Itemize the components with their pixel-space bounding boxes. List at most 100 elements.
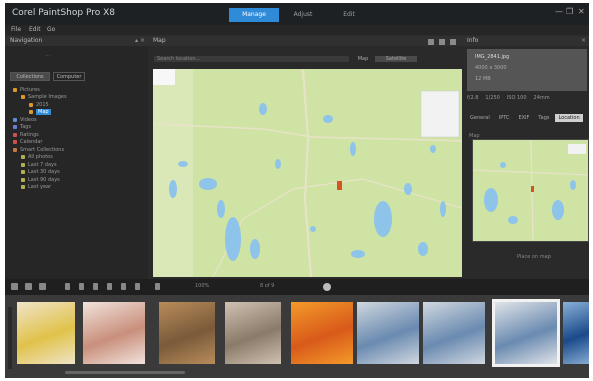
info-panel-title: Info — [467, 37, 479, 44]
thumbnail-portrait[interactable] — [17, 302, 75, 364]
tree-item-label: All photos — [28, 154, 53, 160]
minimize-icon[interactable]: — — [555, 7, 563, 16]
navigation-panel-header: Navigation ▴ × — [5, 36, 148, 46]
pin-icon[interactable]: ▴ — [135, 37, 138, 44]
filmstrip-scrollbar[interactable] — [65, 371, 185, 374]
folder-icon — [21, 170, 25, 174]
file-name: IMG_2841.jpg — [475, 54, 510, 60]
delete-icon[interactable] — [65, 283, 70, 290]
tab-computer[interactable]: Computer — [53, 72, 85, 81]
tree-item[interactable]: Last year — [13, 184, 143, 191]
rotate-right-icon[interactable] — [93, 283, 98, 290]
tree-item-label: Smart Collections — [20, 146, 65, 153]
app-title: Corel PaintShop Pro X8 — [12, 8, 115, 18]
location-search-input[interactable]: Search location... — [154, 56, 349, 62]
tree-item[interactable]: Pictures — [13, 86, 143, 93]
thumbnail-city-3[interactable] — [492, 299, 560, 367]
place-on-map-link[interactable]: Place on map — [517, 254, 551, 260]
photo-count: 8 of 9 — [260, 283, 275, 289]
tree-item-label: Calendar — [20, 139, 43, 145]
tree-item[interactable]: All photos — [13, 154, 143, 161]
file-size: 12 MB — [475, 76, 491, 82]
collapse-icon[interactable] — [11, 283, 18, 290]
satellite-view-button[interactable]: Satellite — [375, 56, 417, 62]
rotate-left-icon[interactable] — [79, 283, 84, 290]
folder-icon — [29, 102, 33, 107]
tab-collections[interactable]: Collections — [10, 72, 50, 81]
folder-icon — [21, 162, 25, 167]
map-view-button[interactable]: Map — [353, 56, 373, 62]
file-dimensions: 4000 x 3000 — [475, 65, 507, 71]
folder-icon — [13, 125, 17, 129]
locate-icon[interactable] — [450, 39, 456, 45]
tree-item[interactable]: Ratings — [13, 131, 143, 138]
panel-close-icon[interactable]: × — [140, 37, 145, 44]
tree-item[interactable]: 2015 — [13, 101, 143, 108]
exif-shutter: 1/250 — [485, 95, 500, 101]
tree-item-label: Map — [36, 109, 51, 115]
tab-exif[interactable]: EXIF — [515, 114, 532, 122]
batch-icon[interactable] — [155, 283, 160, 290]
tree-item[interactable]: Last 90 days — [13, 176, 143, 183]
filmstrip — [5, 295, 589, 378]
navigation-path: … — [45, 52, 50, 58]
tree-item-label: Videos — [20, 116, 37, 123]
menu-edit[interactable]: Edit — [29, 26, 41, 33]
tree-item-label: Last year — [28, 184, 52, 190]
tree-item[interactable]: Smart Collections — [13, 146, 143, 153]
info-icon[interactable] — [323, 283, 331, 291]
menu-go[interactable]: Go — [47, 26, 55, 33]
tab-iptc[interactable]: IPTC — [496, 114, 513, 122]
filmstrip-toolbar: 100% 8 of 9 — [5, 279, 589, 295]
thumbnail-city-1[interactable] — [357, 302, 419, 364]
folder-icon — [13, 87, 17, 92]
navigation-panel: Navigation ▴ × … Collections Computer Pi… — [5, 36, 148, 279]
tree-item[interactable]: Last 7 days — [13, 161, 143, 168]
thumbnail-food[interactable] — [83, 302, 145, 364]
details-view-icon[interactable] — [39, 283, 46, 290]
zoom-in-icon[interactable] — [428, 39, 434, 45]
thumbnail-statue[interactable] — [225, 302, 281, 364]
tab-location[interactable]: Location — [555, 114, 583, 122]
tree-item[interactable]: Calendar — [13, 139, 143, 146]
close-icon[interactable]: ✕ — [578, 7, 585, 16]
tab-general[interactable]: General — [467, 114, 493, 122]
thumbnail-city-2[interactable] — [423, 302, 485, 364]
thumbnail-plants[interactable] — [159, 302, 215, 364]
thumbnail-view-icon[interactable] — [25, 283, 32, 290]
info-panel-close-icon[interactable]: × — [581, 37, 586, 44]
thumbnail-boat[interactable] — [563, 302, 589, 364]
tree-item[interactable]: Sample Images — [13, 94, 143, 101]
folder-icon — [21, 95, 25, 99]
title-bar: Corel PaintShop Pro X8 Manage Adjust Edi… — [5, 3, 589, 25]
filmstrip-handle[interactable] — [8, 307, 12, 369]
map-panel: Map Search location... Map Satellite — [148, 36, 465, 279]
share-icon[interactable] — [121, 283, 126, 290]
tab-edit[interactable]: Edit — [329, 8, 369, 22]
menu-file[interactable]: File — [11, 26, 21, 33]
maximize-icon[interactable]: ❐ — [566, 7, 573, 16]
file-info-box: IMG_2841.jpg 4000 x 3000 12 MB — [467, 49, 587, 91]
tree-item-label: Sample Images — [28, 94, 67, 100]
tree-item[interactable]: Last 30 days — [13, 169, 143, 176]
thumbnail-flowers[interactable] — [291, 302, 353, 364]
slideshow-icon[interactable] — [135, 283, 140, 290]
tab-manage[interactable]: Manage — [229, 8, 279, 22]
mini-map[interactable] — [472, 139, 589, 242]
folder-icon — [13, 132, 17, 137]
tree-item[interactable]: Tags — [13, 124, 143, 131]
app-window: Corel PaintShop Pro X8 Manage Adjust Edi… — [5, 3, 589, 378]
folder-icon — [13, 147, 17, 152]
zoom-out-icon[interactable] — [439, 39, 445, 45]
fix-icon[interactable] — [107, 283, 112, 290]
info-tabs: General IPTC EXIF Tags Location — [467, 114, 583, 122]
map-view[interactable] — [153, 69, 465, 277]
tree-item[interactable]: Videos — [13, 116, 143, 123]
tree-item[interactable]: Map — [13, 109, 143, 116]
tab-adjust[interactable]: Adjust — [283, 8, 323, 22]
tab-tags[interactable]: Tags — [535, 114, 552, 122]
folder-icon — [29, 110, 33, 114]
map-tools — [428, 39, 456, 45]
map-panel-header: Map — [148, 36, 462, 46]
zoom-level[interactable]: 100% — [195, 283, 209, 289]
